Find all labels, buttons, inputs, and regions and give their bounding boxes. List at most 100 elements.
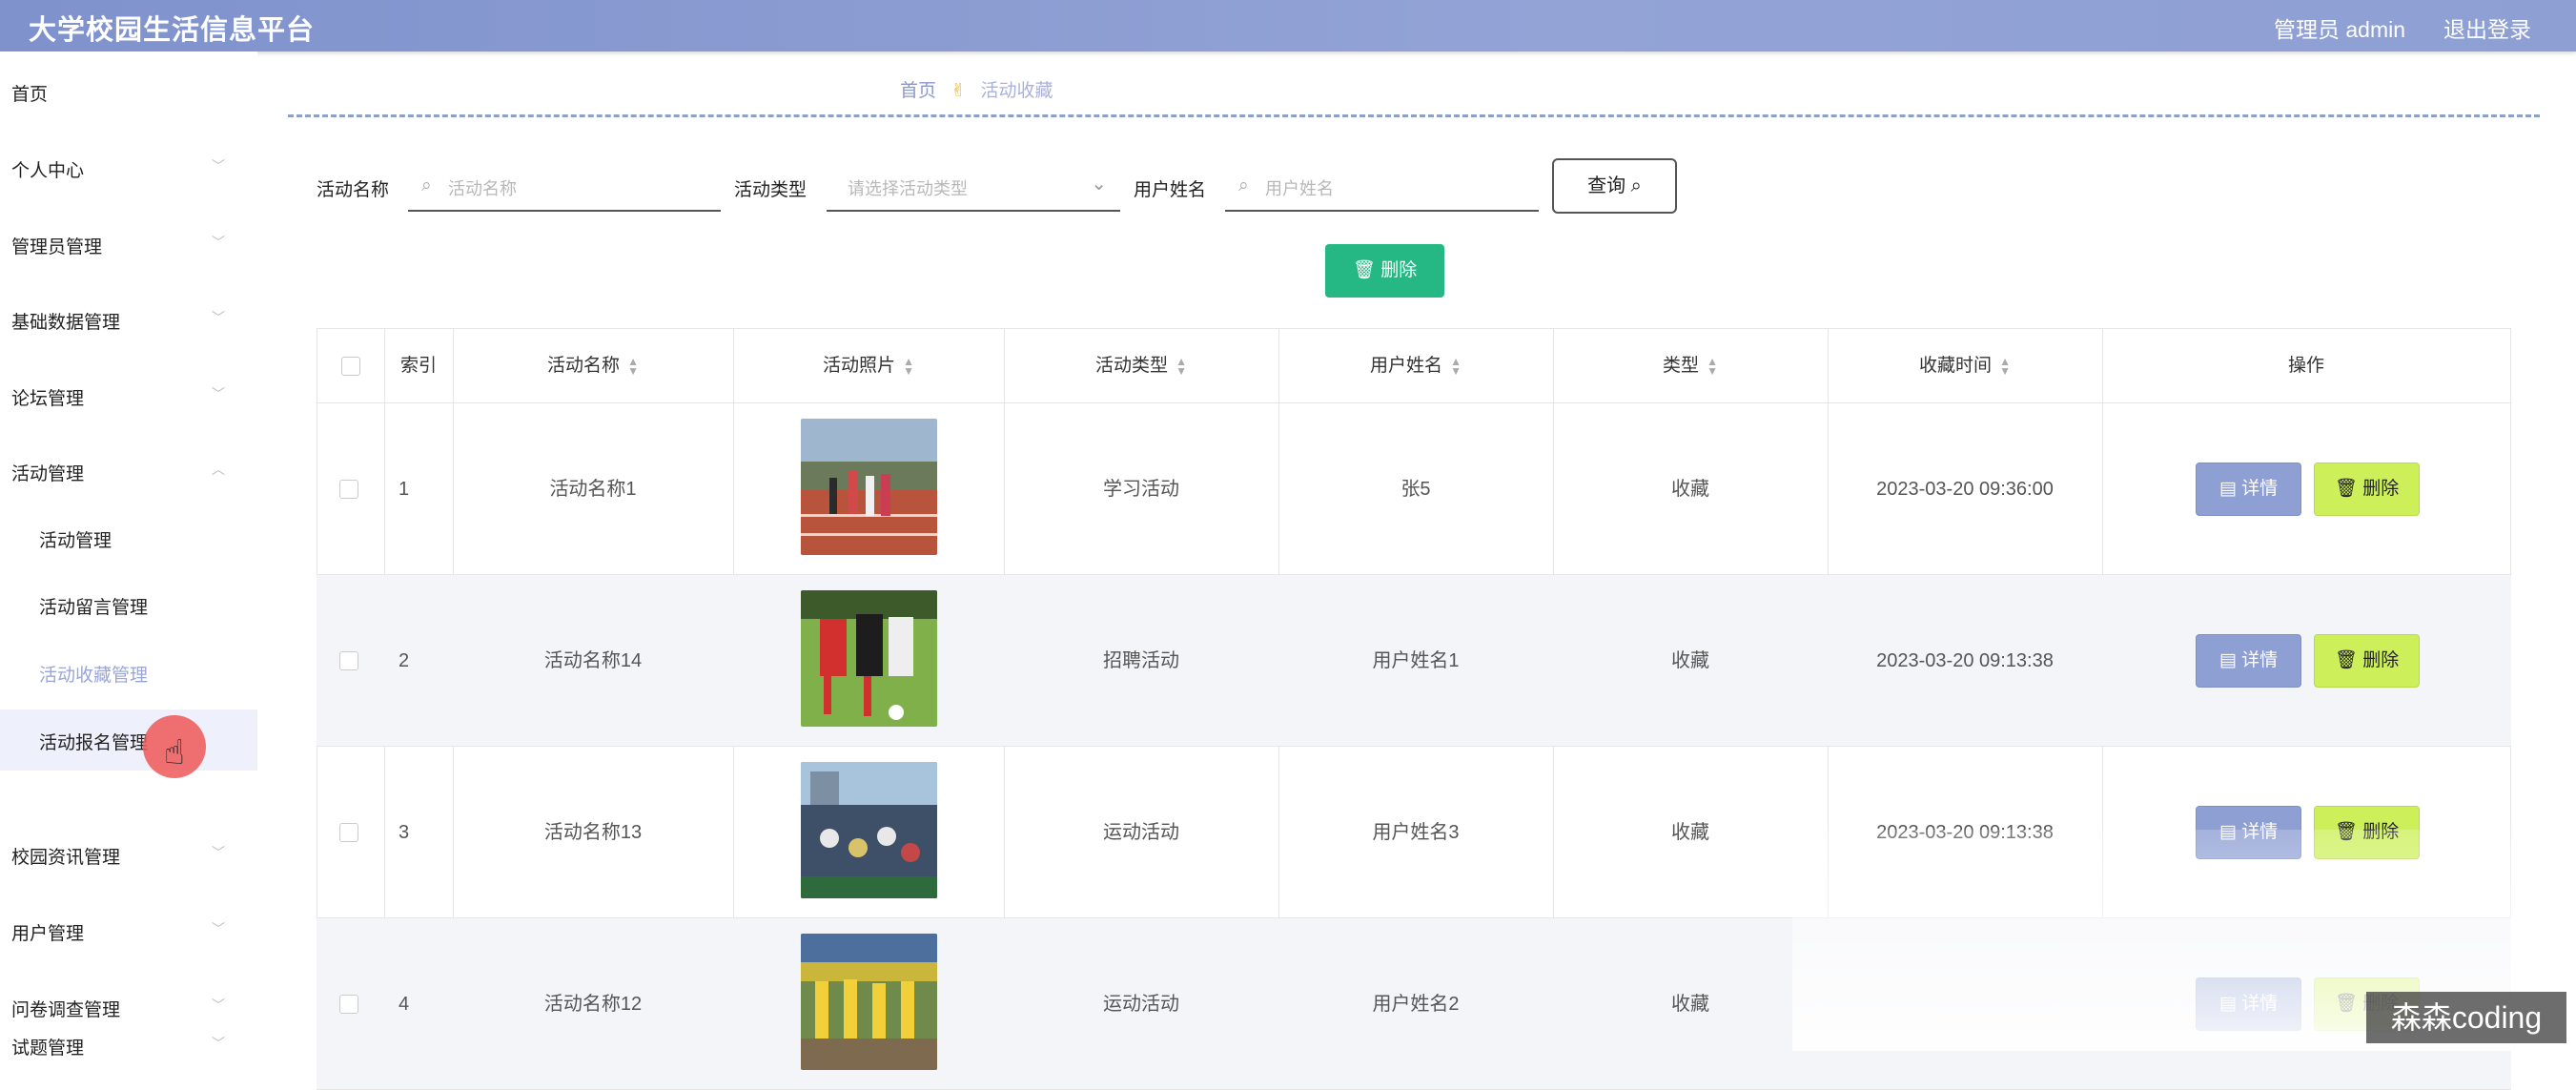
logout-link[interactable]: 退出登录 (2443, 11, 2531, 44)
delete-button[interactable]: 🗑 删除 (2314, 463, 2420, 516)
table-row: 2 活动名称14 招聘活动 用户姓名1 收藏 2023-03-20 09:13:… (317, 575, 2511, 747)
row-activity-type: 运动活动 (1103, 822, 1179, 843)
trash-icon: 🗑 (2334, 650, 2363, 670)
column-header-label: 活动类型 (1095, 356, 1169, 376)
chevron-down-icon: ﹀ (212, 310, 225, 325)
sidebar-item-activity[interactable]: 活动管理 ︿ (0, 450, 257, 492)
row-checkbox[interactable] (339, 995, 358, 1014)
sort-icon[interactable]: ▲ ▼ (627, 356, 639, 377)
row-index: 4 (399, 994, 410, 1015)
activity-photo-image (801, 590, 937, 727)
sidebar-item-label: 论坛管理 (11, 389, 85, 409)
table-row: 1 活动名称1 学习活动 张5 收藏 2023-03-20 09:36:00 ▤… (317, 403, 2511, 575)
column-header-activity-photo[interactable]: 活动照片 ▲ ▼ (733, 329, 1004, 403)
sidebar-item-admin-management[interactable]: 管理员管理 ﹀ (0, 223, 257, 265)
sort-icon[interactable]: ▲ ▼ (1176, 356, 1187, 377)
column-header-actions: 操作 (2102, 329, 2510, 403)
row-index: 2 (399, 650, 410, 671)
query-button[interactable]: 查询 ⌕ (1552, 158, 1677, 214)
row-checkbox[interactable] (339, 651, 358, 670)
row-checkbox[interactable] (339, 480, 358, 499)
sidebar-item-label: 基础数据管理 (11, 313, 121, 333)
row-activity-type: 招聘活动 (1103, 650, 1179, 671)
row-index: 3 (399, 822, 410, 843)
row-activity-name: 活动名称12 (543, 994, 643, 1015)
delete-button-label: 删除 (2362, 479, 2400, 499)
activity-photo[interactable] (801, 934, 937, 1070)
row-favorite-time: 2023-03-20 09:13:38 (1876, 650, 2054, 671)
sidebar-item-home[interactable]: 首页 (0, 71, 257, 113)
select-all-checkbox[interactable] (341, 357, 360, 376)
sort-icon[interactable]: ▲ ▼ (1450, 356, 1462, 377)
sidebar-item-label: 个人中心 (11, 161, 85, 181)
sidebar-subitem-activity-comments[interactable]: 活动留言管理 (0, 574, 257, 635)
sidebar-item-basic-data[interactable]: 基础数据管理 ﹀ (0, 298, 257, 340)
column-header-kind[interactable]: 类型 ▲ ▼ (1553, 329, 1828, 403)
column-header-favorite-time[interactable]: 收藏时间 ▲ ▼ (1828, 329, 2102, 403)
activity-name-label: 活动名称 (317, 180, 390, 200)
document-icon: ▤ (2218, 479, 2242, 499)
activity-photo[interactable] (801, 590, 937, 727)
breadcrumb: 首页 ✌ 活动收藏 (900, 76, 1053, 102)
sidebar-subitem-label: 活动报名管理 (39, 733, 149, 753)
row-user-name: 张5 (1400, 479, 1431, 500)
detail-button[interactable]: ▤ 详情 (2196, 463, 2301, 516)
row-kind: 收藏 (1671, 479, 1709, 500)
column-header-label: 活动名称 (547, 356, 621, 376)
row-activity-type: 运动活动 (1103, 994, 1179, 1015)
activity-type-select[interactable]: 请选择活动类型 ⌄ (827, 166, 1120, 212)
current-user-label: 管理员 admin (2274, 17, 2406, 42)
activity-name-input[interactable]: ⌕ 活动名称 (408, 166, 721, 212)
sort-icon[interactable]: ▲ ▼ (903, 356, 914, 377)
user-name-input[interactable]: ⌕ 用户姓名 (1225, 166, 1539, 212)
row-user-name: 用户姓名3 (1372, 822, 1460, 843)
top-bar: 大学校园生活信息平台 管理员 admin 退出登录 (0, 0, 2576, 51)
row-user-name: 用户姓名2 (1372, 994, 1460, 1015)
sidebar: 首页 个人中心 ﹀ 管理员管理 ﹀ 基础数据管理 ﹀ 论坛管理 ﹀ 活动管理 ︿… (0, 51, 257, 1059)
sidebar-item-label: 活动管理 (11, 464, 85, 484)
batch-delete-button[interactable]: 🗑 删除 (1325, 244, 1444, 298)
chevron-down-icon: ⌄ (1091, 174, 1107, 195)
sidebar-item-campus-news[interactable]: 校园资讯管理 ﹀ (0, 833, 257, 875)
sidebar-subitem-activity-registration[interactable]: 活动报名管理 (0, 710, 257, 771)
column-header-label: 类型 (1663, 356, 1700, 376)
sidebar-item-label: 首页 (11, 85, 49, 105)
row-checkbox[interactable] (339, 823, 358, 842)
sort-icon[interactable]: ▲ ▼ (1707, 356, 1718, 377)
detail-button[interactable]: ▤ 详情 (2196, 634, 2301, 688)
sidebar-item-users[interactable]: 用户管理 ﹀ (0, 910, 257, 952)
column-header-activity-type[interactable]: 活动类型 ▲ ▼ (1004, 329, 1278, 403)
chevron-down-icon: ﹀ (212, 235, 225, 250)
sidebar-subitem-activity-management[interactable]: 活动管理 (0, 507, 257, 568)
delete-button[interactable]: 🗑 删除 (2314, 634, 2420, 688)
batch-delete-label: 删除 (1380, 260, 1418, 280)
breadcrumb-home[interactable]: 首页 (900, 81, 936, 101)
column-header-user-name[interactable]: 用户姓名 ▲ ▼ (1278, 329, 1553, 403)
sidebar-subitem-activity-favorites[interactable]: 活动收藏管理 (0, 642, 257, 703)
sidebar-item-personal-center[interactable]: 个人中心 ﹀ (0, 147, 257, 189)
activity-name-placeholder: 活动名称 (448, 179, 517, 198)
activity-type-label: 活动类型 (734, 180, 808, 200)
chevron-down-icon: ﹀ (212, 386, 225, 401)
sidebar-subitem-label: 活动收藏管理 (39, 666, 149, 686)
sidebar-item-questions[interactable]: 试题管理 ﹀ (0, 1024, 257, 1066)
chevron-up-icon: ︿ (212, 462, 225, 477)
sidebar-subitem-label: 活动留言管理 (39, 598, 149, 618)
column-header-label: 活动照片 (823, 356, 896, 376)
watermark: 森森coding (2366, 992, 2566, 1043)
row-index: 1 (399, 479, 410, 500)
search-icon: ⌕ (1630, 175, 1642, 196)
chevron-down-icon: ﹀ (212, 1036, 225, 1051)
activity-photo-image (801, 762, 937, 898)
activity-type-placeholder: 请选择活动类型 (848, 179, 968, 198)
row-user-name: 用户姓名1 (1372, 650, 1460, 671)
column-header-activity-name[interactable]: 活动名称 ▲ ▼ (453, 329, 733, 403)
search-icon: ⌕ (421, 175, 432, 195)
sidebar-item-label: 试题管理 (11, 1039, 85, 1059)
sidebar-item-label: 问卷调查管理 (11, 1000, 121, 1020)
activity-photo[interactable] (801, 762, 937, 898)
sidebar-item-forum[interactable]: 论坛管理 ﹀ (0, 375, 257, 417)
activity-photo[interactable] (801, 419, 937, 555)
sidebar-item-survey[interactable]: 问卷调查管理 ﹀ (0, 986, 257, 1028)
sort-icon[interactable]: ▲ ▼ (1999, 356, 2011, 377)
